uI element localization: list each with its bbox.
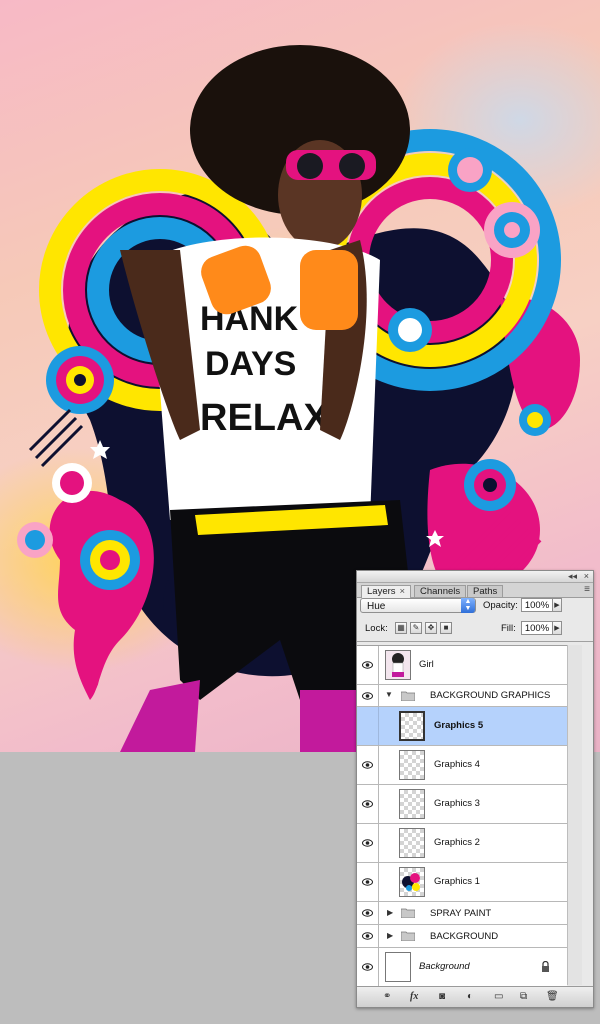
folder-icon [401, 908, 415, 918]
layer-thumbnail [385, 952, 411, 982]
visibility-toggle[interactable] [357, 685, 379, 706]
visibility-toggle[interactable] [357, 785, 379, 823]
group-row-background[interactable]: ▶ BACKGROUND [357, 925, 567, 948]
layer-list: Girl ▼ BACKGROUND GRAPHICS Graphics 5 Gr… [357, 645, 567, 986]
eye-icon [362, 909, 373, 917]
layer-name: Girl [419, 659, 434, 670]
eye-icon [362, 661, 373, 669]
layer-thumbnail [399, 711, 425, 741]
new-group-icon[interactable]: ▭ [494, 990, 503, 1004]
opacity-field[interactable]: 100% [521, 598, 553, 612]
layer-thumbnail [399, 867, 425, 897]
visibility-toggle[interactable] [357, 707, 379, 745]
svg-text:RELAX: RELAX [200, 397, 329, 439]
link-layers-icon[interactable]: ⚭ [383, 990, 391, 1004]
layer-name: Graphics 3 [434, 798, 480, 809]
eye-icon [362, 932, 373, 940]
select-arrows-icon: ▲ ▼ [461, 598, 475, 613]
lock-all-icon[interactable]: ■ [440, 622, 452, 634]
group-row-background-graphics[interactable]: ▼ BACKGROUND GRAPHICS [357, 685, 567, 707]
layer-name: Graphics 1 [434, 876, 480, 887]
visibility-toggle[interactable] [357, 646, 379, 684]
layer-name: Graphics 2 [434, 837, 480, 848]
eye-icon [362, 761, 373, 769]
group-name: BACKGROUND [430, 931, 499, 942]
visibility-toggle[interactable] [357, 746, 379, 784]
tab-channels[interactable]: Channels [414, 585, 467, 597]
layer-row-girl[interactable]: Girl [357, 646, 567, 685]
lock-move-icon[interactable]: ✥ [425, 622, 437, 634]
panel-menu-icon[interactable]: ≡ [584, 584, 590, 595]
tab-layers[interactable]: Layers × [361, 585, 412, 598]
eye-icon [362, 963, 373, 971]
layer-row-background[interactable]: Background [357, 948, 567, 986]
fx-icon[interactable]: fx [410, 990, 418, 1004]
tab-paths[interactable]: Paths [467, 585, 504, 597]
blend-opacity-row: Hue ▲ ▼ Opacity: 100% ▶ [360, 598, 590, 614]
layer-thumbnail [399, 789, 425, 819]
folder-icon [401, 691, 415, 701]
opacity-slider-arrow-icon[interactable]: ▶ [553, 598, 562, 612]
expand-triangle-right-icon[interactable]: ▶ [387, 908, 393, 917]
visibility-toggle[interactable] [357, 824, 379, 862]
svg-text:DAYS: DAYS [205, 345, 296, 383]
group-row-spray-paint[interactable]: ▶ SPRAY PAINT [357, 902, 567, 925]
fill-label: Fill: [501, 623, 516, 634]
layer-row-graphics-2[interactable]: Graphics 2 [357, 824, 567, 863]
group-name: BACKGROUND GRAPHICS [430, 690, 551, 701]
expand-triangle-down-icon[interactable]: ▼ [385, 690, 393, 699]
fill-field[interactable]: 100% [521, 621, 553, 635]
panel-titlebar[interactable]: ◂◂ × [357, 571, 593, 583]
layer-thumbnail [399, 750, 425, 780]
eye-icon [362, 691, 373, 700]
visibility-toggle[interactable] [357, 925, 379, 947]
divider [357, 641, 593, 642]
lock-paint-icon[interactable]: ✎ [410, 622, 422, 634]
layer-row-graphics-4[interactable]: Graphics 4 [357, 746, 567, 785]
eye-icon [362, 839, 373, 847]
lock-icon [542, 961, 549, 972]
tab-close-icon[interactable]: × [400, 586, 406, 597]
layer-thumbnail [399, 828, 425, 858]
layer-name: Background [419, 961, 470, 972]
group-name: SPRAY PAINT [430, 908, 492, 919]
blend-mode-select[interactable]: Hue ▲ ▼ [360, 598, 476, 613]
new-layer-icon[interactable]: ⧉ [520, 990, 527, 1004]
layer-row-graphics-3[interactable]: Graphics 3 [357, 785, 567, 824]
layer-row-graphics-5[interactable]: Graphics 5 [357, 707, 567, 746]
layer-row-graphics-1[interactable]: Graphics 1 [357, 863, 567, 902]
collapse-icon[interactable]: ◂◂ [568, 571, 577, 582]
lock-label: Lock: [365, 623, 388, 634]
trash-icon[interactable]: 🗑 [546, 990, 559, 1004]
expand-triangle-right-icon[interactable]: ▶ [387, 931, 393, 940]
visibility-toggle[interactable] [357, 863, 379, 901]
panel-bottom-toolbar: ⚭ fx ◙ ◐ ▭ ⧉ 🗑 [357, 986, 593, 1007]
opacity-label: Opacity: [483, 600, 518, 611]
fill-slider-arrow-icon[interactable]: ▶ [553, 621, 562, 635]
tab-layers-label: Layers [367, 586, 396, 597]
layer-name: Graphics 4 [434, 759, 480, 770]
close-panel-icon[interactable]: × [584, 571, 589, 582]
layer-mask-icon[interactable]: ◙ [439, 990, 445, 1004]
eye-icon [362, 800, 373, 808]
eye-icon [362, 878, 373, 886]
visibility-toggle[interactable] [357, 948, 379, 986]
panel-tabs: Layers × Channels Paths ≡ [357, 583, 593, 598]
folder-icon [401, 931, 415, 941]
visibility-toggle[interactable] [357, 902, 379, 924]
layers-panel: ◂◂ × Layers × Channels Paths ≡ Hue ▲ ▼ Opa… [356, 570, 594, 1008]
blend-mode-value: Hue [367, 601, 386, 612]
layer-name: Graphics 5 [434, 720, 484, 731]
adjustment-layer-icon[interactable]: ◐ [467, 990, 473, 1004]
lock-fill-row: Lock: ▦ ✎ ✥ ■ Fill: 100% ▶ [360, 621, 590, 637]
layer-thumbnail [385, 650, 411, 680]
lock-transparent-icon[interactable]: ▦ [395, 622, 407, 634]
layers-scrollbar[interactable] [567, 645, 582, 985]
